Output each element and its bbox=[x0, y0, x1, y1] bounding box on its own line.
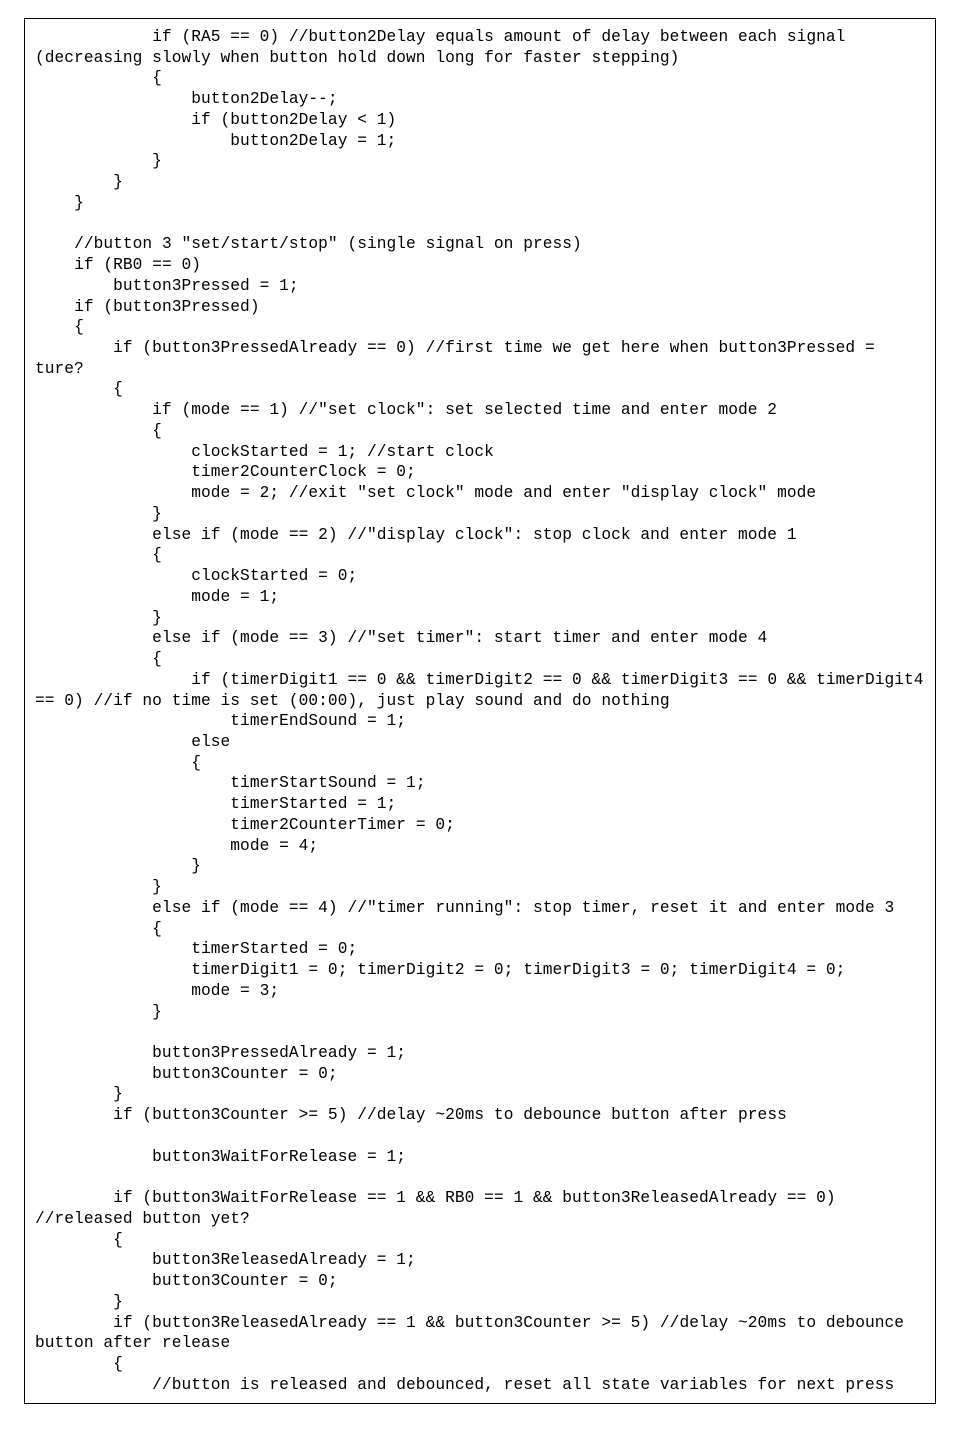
code-listing-frame: if (RA5 == 0) //button2Delay equals amou… bbox=[24, 18, 936, 1404]
document-page: if (RA5 == 0) //button2Delay equals amou… bbox=[0, 0, 960, 1432]
code-listing: if (RA5 == 0) //button2Delay equals amou… bbox=[35, 27, 925, 1395]
